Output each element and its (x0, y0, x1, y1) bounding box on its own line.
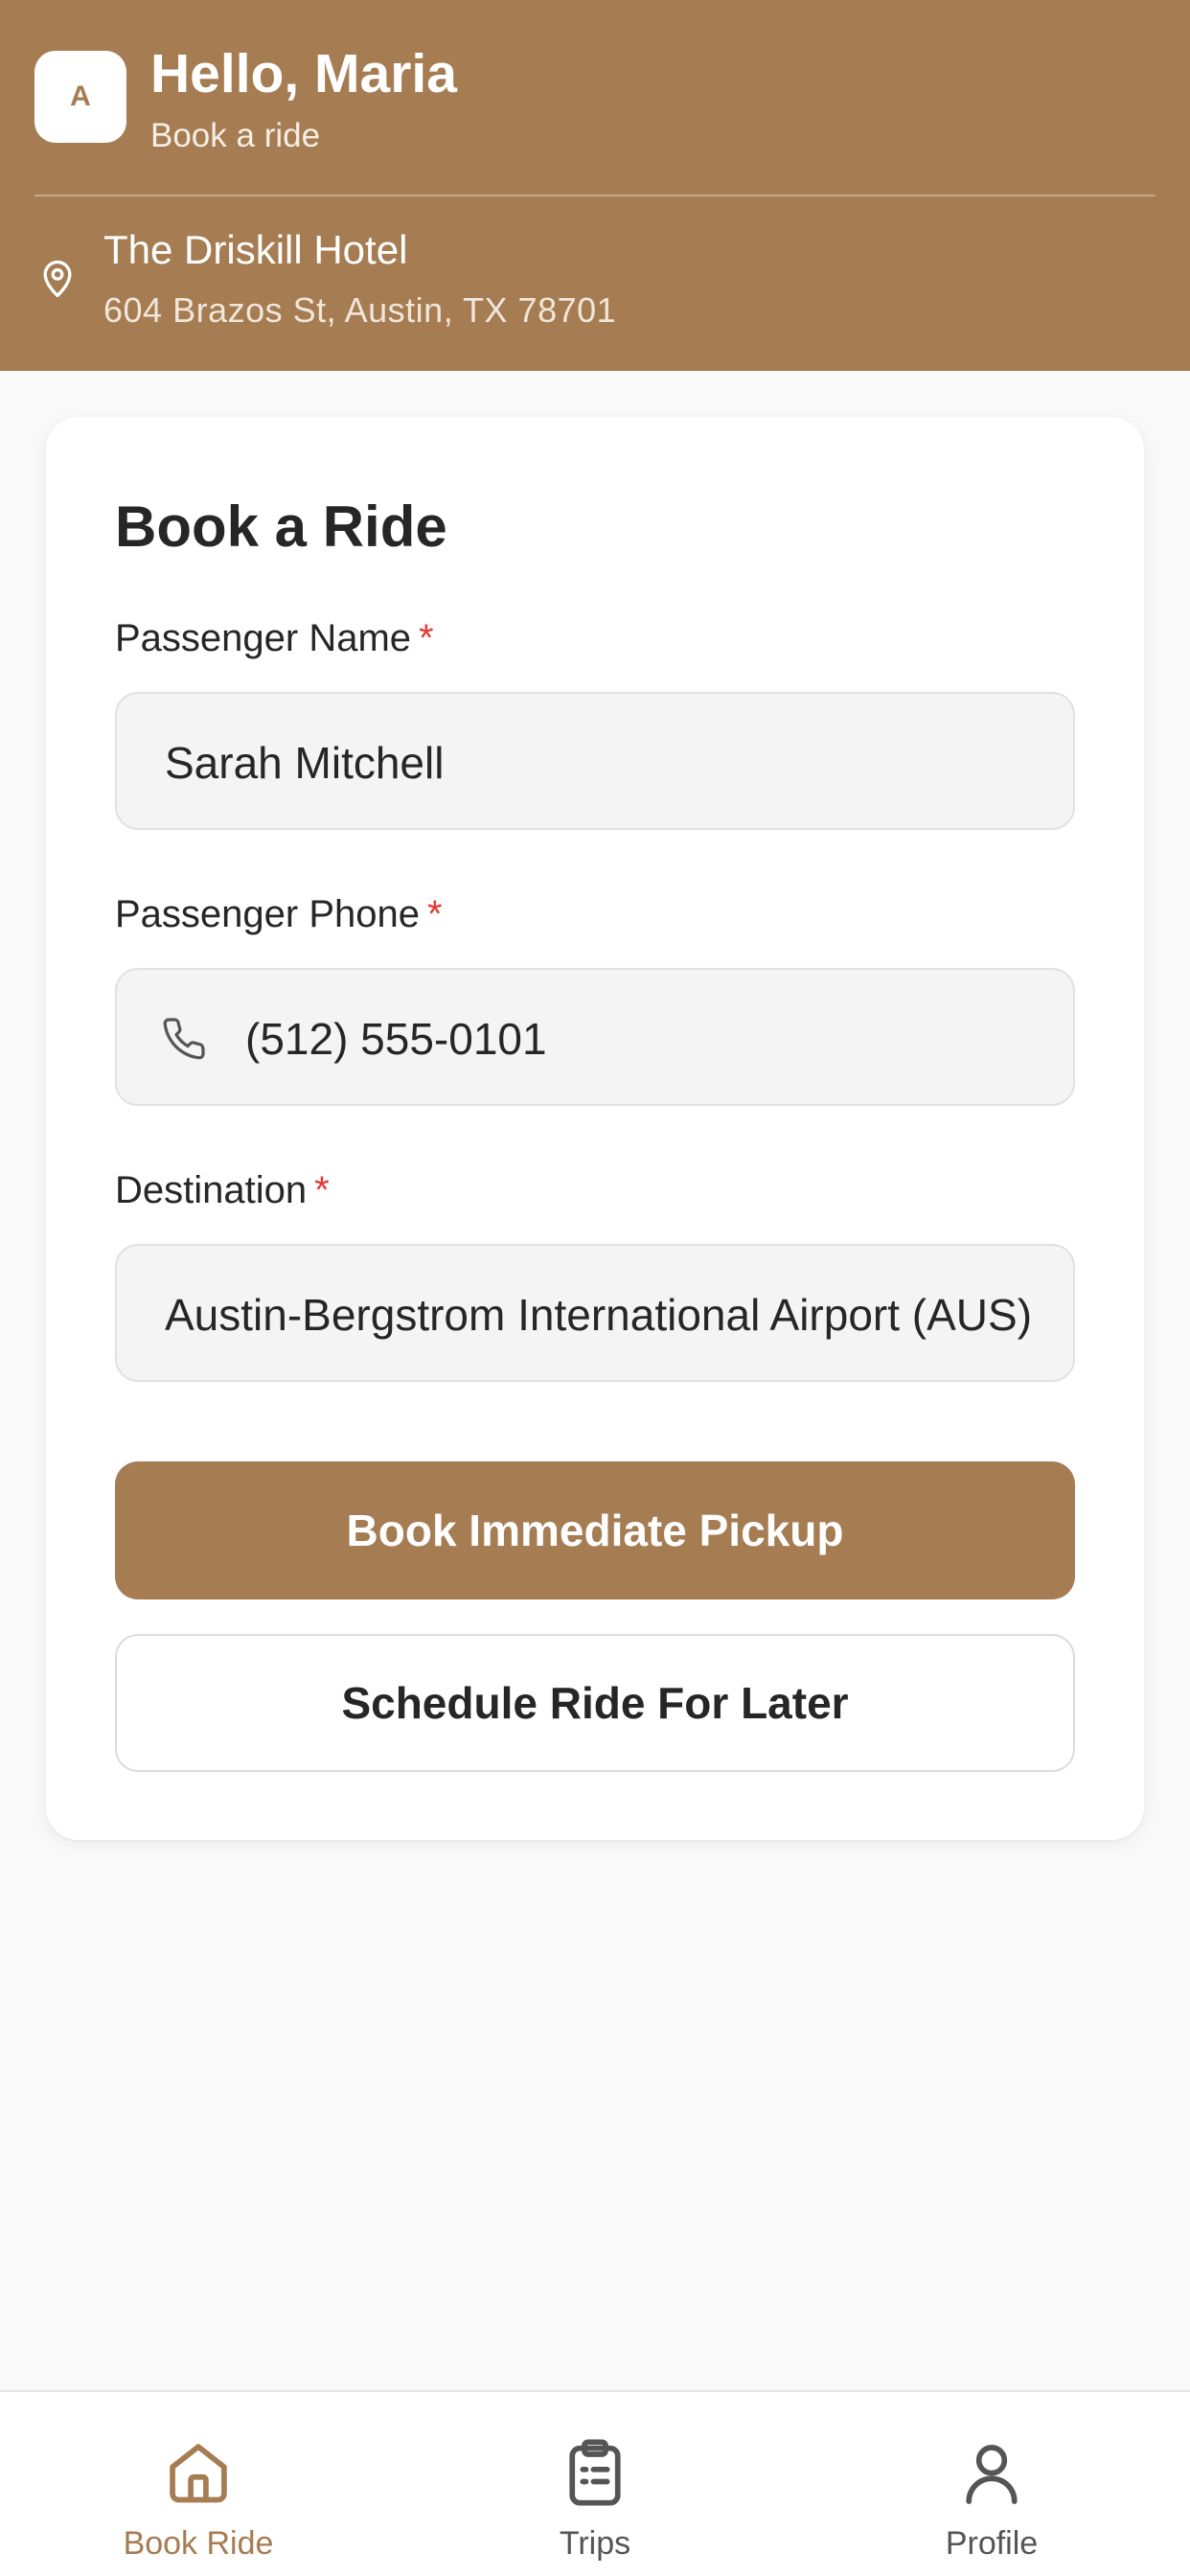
header-divider (34, 195, 1156, 196)
location-address: 604 Brazos St, Austin, TX 78701 (103, 290, 617, 330)
destination-label-text: Destination (115, 1169, 308, 1211)
card-title: Book a Ride (115, 494, 447, 559)
bottom-nav: Book Ride Trips Profile (0, 2390, 1190, 2576)
map-pin-icon (43, 260, 72, 297)
passenger-phone-field[interactable]: (512) 555-0101 (115, 968, 1075, 1106)
nav-label-profile: Profile (945, 2525, 1039, 2562)
location-name[interactable]: The Driskill Hotel (103, 223, 407, 277)
user-icon (966, 2445, 1018, 2504)
phone-icon (163, 1018, 205, 1060)
passenger-phone-value: (512) 555-0101 (245, 1014, 547, 1064)
clipboard-icon (569, 2439, 621, 2506)
nav-label-book-ride: Book Ride (123, 2525, 274, 2562)
book-immediate-pickup-button[interactable]: Book Immediate Pickup (115, 1461, 1075, 1599)
nav-item-profile[interactable]: Profile (793, 2392, 1190, 2576)
destination-field[interactable]: Austin-Bergstrom International Airport (… (115, 1244, 1075, 1382)
book-ride-card: Book a Ride Passenger Name * Sarah Mitche… (46, 417, 1144, 1840)
nav-item-trips[interactable]: Trips (397, 2392, 793, 2576)
destination-clip: Austin-Bergstrom International Airport (… (165, 1288, 1046, 1342)
destination-label: Destination * (115, 1165, 330, 1215)
greeting-title: Hello, Maria (150, 43, 457, 104)
passenger-phone-label: Passenger Phone * (115, 889, 443, 939)
nav-label-trips: Trips (559, 2525, 631, 2562)
nav-item-book-ride[interactable]: Book Ride (0, 2392, 397, 2576)
passenger-name-label: Passenger Name * (115, 613, 434, 663)
passenger-name-label-text: Passenger Name (115, 617, 412, 659)
avatar[interactable]: A (34, 51, 126, 143)
required-marker: * (427, 893, 443, 935)
required-marker: * (419, 617, 434, 659)
destination-value: Austin-Bergstrom International Airport (… (165, 1290, 1033, 1340)
home-icon (170, 2444, 227, 2503)
passenger-name-value: Sarah Mitchell (165, 738, 445, 788)
greeting-subtitle: Book a ride (150, 117, 321, 154)
header: A Hello, Maria Book a ride The Driskill … (0, 0, 1190, 371)
schedule-ride-later-button[interactable]: Schedule Ride For Later (115, 1634, 1075, 1772)
required-marker: * (314, 1169, 330, 1211)
passenger-name-field[interactable]: Sarah Mitchell (115, 692, 1075, 830)
passenger-phone-label-text: Passenger Phone (115, 893, 421, 935)
book-ride-screen: A Hello, Maria Book a ride The Driskill … (0, 0, 1190, 2576)
